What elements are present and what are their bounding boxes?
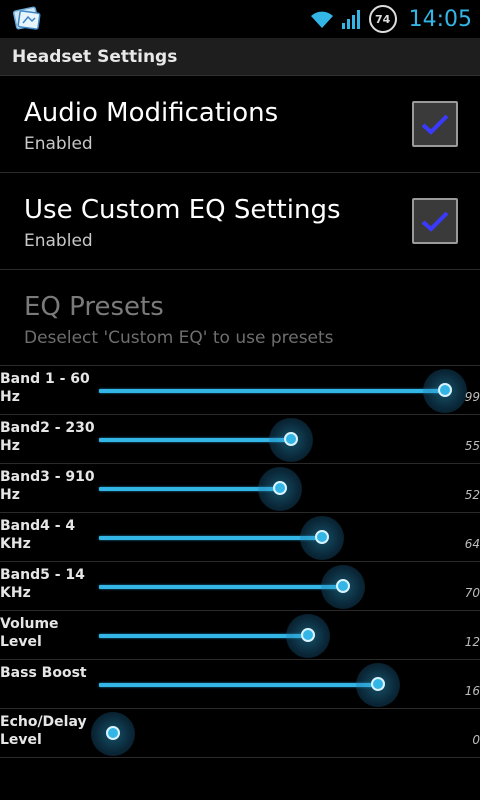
slider-label: Band5 - 14 KHz	[0, 567, 85, 601]
slider-value: 12	[464, 635, 480, 649]
wifi-icon	[310, 11, 333, 28]
status-bar: 74 14:05	[0, 0, 480, 38]
checkmark-icon	[421, 211, 449, 232]
pref-custom-eq[interactable]: Use Custom EQ Settings Enabled	[0, 173, 480, 270]
slider-value: 16	[464, 684, 480, 698]
slider-track[interactable]	[99, 438, 291, 442]
slider-value: 99	[464, 390, 480, 404]
pref-summary: Deselect 'Custom EQ' to use presets	[24, 328, 334, 348]
page-title: Headset Settings	[12, 47, 178, 67]
slider-value: 64	[464, 537, 480, 551]
slider-row: Band2 - 230 Hz 55	[0, 415, 480, 464]
slider-value: 52	[464, 488, 480, 502]
slider-track[interactable]	[99, 487, 281, 491]
slider-value: 70	[464, 586, 480, 600]
slider-label: Band3 - 910 Hz	[0, 469, 95, 503]
battery-level: 74	[374, 12, 391, 26]
battery-icon: 74	[368, 5, 397, 33]
checkmark-icon	[421, 114, 449, 135]
slider-label: Band4 - 4 KHz	[0, 518, 76, 552]
audio-modifications-checkbox[interactable]	[412, 101, 458, 147]
slider-row: Band4 - 4 KHz 64	[0, 513, 480, 562]
pref-eq-presets: EQ Presets Deselect 'Custom EQ' to use p…	[0, 270, 480, 366]
slider-row: Volume Level 12	[0, 611, 480, 660]
app-notification-icon	[12, 6, 41, 30]
title-bar: Headset Settings	[0, 38, 480, 76]
pref-title: EQ Presets	[24, 292, 164, 322]
slider-label: Echo/Delay Level	[0, 714, 87, 748]
slider-track[interactable]	[99, 389, 445, 393]
slider-thumb[interactable]	[283, 432, 298, 446]
pref-title: Audio Modifications	[24, 98, 279, 128]
slider-label: Volume Level	[0, 616, 59, 650]
slider-track[interactable]	[99, 634, 309, 638]
slider-value: 0	[472, 733, 480, 747]
slider-value: 55	[464, 439, 480, 453]
slider-track[interactable]	[99, 536, 323, 540]
pref-audio-modifications[interactable]: Audio Modifications Enabled	[0, 76, 480, 173]
signal-icon	[341, 10, 360, 29]
slider-label: Bass Boost	[0, 665, 87, 681]
status-icons: 74 14:05	[309, 4, 472, 34]
slider-row: Bass Boost 16	[0, 660, 480, 709]
slider-track[interactable]	[99, 585, 344, 589]
pref-title: Use Custom EQ Settings	[24, 195, 341, 225]
slider-row: Band5 - 14 KHz 70	[0, 562, 480, 611]
slider-thumb[interactable]	[106, 726, 120, 740]
slider-thumb[interactable]	[437, 383, 452, 397]
slider-row: Band 1 - 60 Hz 99	[0, 366, 480, 415]
status-clock: 14:05	[408, 6, 472, 32]
slider-label: Band2 - 230 Hz	[0, 420, 95, 454]
slider-row: Echo/Delay Level 0	[0, 709, 480, 758]
pref-summary: Enabled	[24, 231, 93, 251]
pref-summary: Enabled	[24, 134, 93, 154]
custom-eq-checkbox[interactable]	[412, 198, 458, 244]
slider-track[interactable]	[99, 683, 379, 687]
slider-label: Band 1 - 60 Hz	[0, 371, 90, 405]
slider-row: Band3 - 910 Hz 52	[0, 464, 480, 513]
